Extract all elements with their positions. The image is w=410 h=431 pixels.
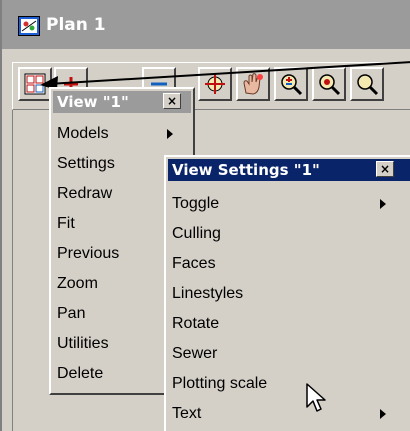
view-menu-item-settings[interactable]: Settings: [57, 149, 115, 179]
view-menu-item-delete[interactable]: Delete: [57, 359, 103, 389]
mouse-cursor-icon: [306, 383, 326, 412]
view-settings-close-button[interactable]: ×: [376, 161, 394, 177]
view-menu-title: View "1": [57, 93, 129, 111]
view-settings-popup: View Settings "1" × Toggle Culling Faces…: [164, 155, 410, 431]
view-menu-item-utilities[interactable]: Utilities: [57, 329, 109, 359]
view-settings-item-toggle[interactable]: Toggle: [172, 189, 219, 219]
toggle-submenu-arrow-icon: [380, 199, 386, 209]
models-submenu-arrow-icon: [167, 129, 173, 139]
view-settings-titlebar[interactable]: View Settings "1": [168, 159, 410, 181]
view-menu-item-fit[interactable]: Fit: [57, 209, 75, 239]
view-settings-item-culling[interactable]: Culling: [172, 219, 221, 249]
view-settings-title: View Settings "1": [172, 161, 320, 179]
view-menu-item-models[interactable]: Models: [57, 119, 109, 149]
view-menu-item-pan[interactable]: Pan: [57, 299, 85, 329]
view-menu-close-button[interactable]: ×: [163, 93, 181, 109]
view-menu-item-zoom[interactable]: Zoom: [57, 269, 98, 299]
view-settings-item-plotting-scale[interactable]: Plotting scale: [172, 369, 267, 399]
view-settings-item-rotate[interactable]: Rotate: [172, 309, 219, 339]
view-settings-item-linestyles[interactable]: Linestyles: [172, 279, 243, 309]
text-submenu-arrow-icon: [380, 409, 386, 419]
view-settings-item-faces[interactable]: Faces: [172, 249, 216, 279]
view-menu-item-previous[interactable]: Previous: [57, 239, 119, 269]
view-menu-item-redraw[interactable]: Redraw: [57, 179, 112, 209]
view-settings-item-sewer[interactable]: Sewer: [172, 339, 217, 369]
view-settings-item-text[interactable]: Text: [172, 399, 201, 429]
